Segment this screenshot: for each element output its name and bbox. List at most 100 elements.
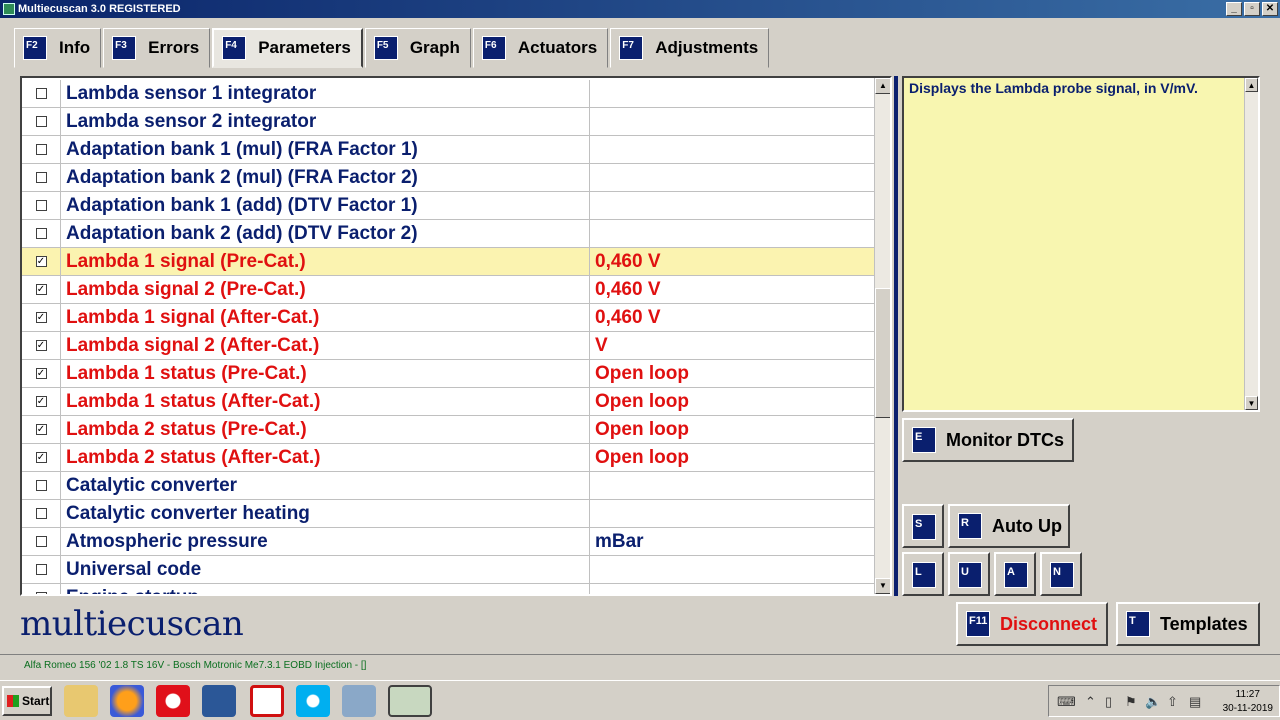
- battery-icon[interactable]: ▯: [1105, 694, 1112, 710]
- disconnect-button[interactable]: F11 Disconnect: [956, 602, 1108, 646]
- skype-icon[interactable]: [296, 685, 330, 717]
- disconnect-label: Disconnect: [1000, 613, 1098, 634]
- table-row[interactable]: ✓ Lambda 2 status (After-Cat.) Open loop: [22, 444, 876, 472]
- checkbox-cell: [22, 80, 60, 107]
- templates-button[interactable]: T Templates: [1116, 602, 1260, 646]
- scroll-down-arrow[interactable]: ▼: [875, 578, 890, 594]
- network-icon[interactable]: ▤: [1189, 694, 1201, 710]
- table-row[interactable]: Catalytic converter: [22, 472, 876, 500]
- description-panel: Displays the Lambda probe signal, in V/m…: [902, 76, 1260, 412]
- parameter-checkbox[interactable]: [35, 88, 47, 99]
- description-scrollbar[interactable]: ▲ ▼: [1244, 78, 1258, 410]
- opera-icon[interactable]: [156, 685, 190, 717]
- parameter-checkbox[interactable]: [35, 536, 47, 547]
- parameter-checkbox[interactable]: ✓: [35, 340, 47, 351]
- table-row[interactable]: ✓ Lambda 1 status (After-Cat.) Open loop: [22, 388, 876, 416]
- parameter-checkbox[interactable]: ✓: [35, 256, 47, 267]
- n-button[interactable]: N: [1040, 552, 1082, 596]
- l-key: L: [912, 562, 936, 588]
- parameter-value: 0,460 V: [595, 307, 661, 328]
- multiecuscan-taskbar-icon[interactable]: [388, 685, 432, 717]
- parameter-checkbox[interactable]: [35, 508, 47, 519]
- parameter-checkbox[interactable]: ✓: [35, 368, 47, 379]
- file-explorer-icon[interactable]: [64, 685, 98, 717]
- tab-graph[interactable]: F5 Graph: [364, 28, 471, 68]
- keyboard-icon[interactable]: ⌨: [1057, 694, 1076, 710]
- clock[interactable]: 11:27 30-11-2019: [1223, 688, 1273, 716]
- table-row[interactable]: ✓ Lambda 1 status (Pre-Cat.) Open loop: [22, 360, 876, 388]
- u-button[interactable]: U: [948, 552, 990, 596]
- table-row[interactable]: Universal code: [22, 556, 876, 584]
- checkbox-cell: [22, 500, 60, 527]
- table-row[interactable]: Adaptation bank 1 (mul) (FRA Factor 1): [22, 136, 876, 164]
- table-row[interactable]: ✓ Lambda 1 signal (After-Cat.) 0,460 V: [22, 304, 876, 332]
- pdf-icon[interactable]: [250, 685, 284, 717]
- table-row[interactable]: Lambda sensor 1 integrator: [22, 80, 876, 108]
- table-row[interactable]: Engine startup: [22, 584, 876, 594]
- parameter-checkbox[interactable]: ✓: [35, 452, 47, 463]
- a-button[interactable]: A: [994, 552, 1036, 596]
- parameter-name: Lambda sensor 2 integrator: [60, 108, 590, 135]
- parameter-checkbox[interactable]: [35, 228, 47, 239]
- parameter-value: [590, 500, 876, 527]
- tab-key-badge: F7: [619, 36, 644, 60]
- parameter-checkbox[interactable]: [35, 172, 47, 183]
- tab-info[interactable]: F2 Info: [14, 28, 102, 68]
- checkbox-cell: [22, 136, 60, 163]
- parameter-checkbox[interactable]: [35, 116, 47, 127]
- parameter-checkbox[interactable]: [35, 592, 47, 594]
- parameter-checkbox[interactable]: ✓: [35, 284, 47, 295]
- desc-scroll-up-arrow[interactable]: ▲: [1245, 78, 1258, 92]
- show-hidden-icons-icon[interactable]: ⌃: [1085, 694, 1096, 710]
- table-row[interactable]: Adaptation bank 2 (add) (DTV Factor 2): [22, 220, 876, 248]
- parameter-checkbox[interactable]: [35, 200, 47, 211]
- minimize-button[interactable]: _: [1226, 2, 1242, 16]
- auto-up-button[interactable]: R Auto Up: [948, 504, 1070, 548]
- start-button[interactable]: Start: [2, 686, 52, 716]
- panel-divider[interactable]: [894, 76, 898, 596]
- table-row[interactable]: ✓ Lambda 1 signal (Pre-Cat.) 0,460 V: [22, 248, 876, 276]
- tab-errors[interactable]: F3 Errors: [103, 28, 211, 68]
- parameter-checkbox[interactable]: ✓: [35, 312, 47, 323]
- title-bar: Multiecuscan 3.0 REGISTERED _ ▫ ✕: [0, 0, 1280, 18]
- table-row[interactable]: Catalytic converter heating: [22, 500, 876, 528]
- close-button[interactable]: ✕: [1262, 2, 1278, 16]
- firefox-icon[interactable]: [110, 685, 144, 717]
- grid-scrollbar[interactable]: ▲ ▼: [874, 78, 890, 594]
- scroll-thumb[interactable]: [875, 288, 890, 418]
- parameter-checkbox[interactable]: [35, 144, 47, 155]
- table-row[interactable]: Lambda sensor 2 integrator: [22, 108, 876, 136]
- word-icon[interactable]: [202, 685, 236, 717]
- flag-icon[interactable]: ⚑: [1125, 694, 1137, 710]
- parameter-checkbox[interactable]: ✓: [35, 396, 47, 407]
- parameter-checkbox[interactable]: [35, 480, 47, 491]
- upload-icon[interactable]: ⇧: [1167, 694, 1178, 710]
- maximize-button[interactable]: ▫: [1244, 2, 1260, 16]
- table-row[interactable]: Adaptation bank 2 (mul) (FRA Factor 2): [22, 164, 876, 192]
- parameter-name: Lambda signal 2 (After-Cat.): [60, 332, 590, 359]
- table-row[interactable]: ✓ Lambda signal 2 (Pre-Cat.) 0,460 V: [22, 276, 876, 304]
- table-row[interactable]: ✓ Lambda 2 status (Pre-Cat.) Open loop: [22, 416, 876, 444]
- disconnect-key: F11: [966, 611, 990, 637]
- parameter-checkbox[interactable]: [35, 564, 47, 575]
- parameter-checkbox[interactable]: ✓: [35, 424, 47, 435]
- tab-key-badge: F3: [112, 36, 137, 60]
- parameter-value: V: [595, 335, 608, 356]
- tab-parameters[interactable]: F4 Parameters: [212, 28, 363, 68]
- scroll-up-arrow[interactable]: ▲: [875, 78, 890, 94]
- table-row[interactable]: ✓ Lambda signal 2 (After-Cat.) V: [22, 332, 876, 360]
- desc-scroll-down-arrow[interactable]: ▼: [1245, 396, 1258, 410]
- volume-icon[interactable]: 🔈: [1145, 694, 1161, 710]
- tab-adjustments[interactable]: F7 Adjustments: [610, 28, 770, 68]
- table-row[interactable]: Adaptation bank 1 (add) (DTV Factor 1): [22, 192, 876, 220]
- s-key: S: [912, 514, 936, 540]
- tab-key-badge: F4: [222, 36, 247, 60]
- parameter-value: [590, 108, 876, 135]
- tab-actuators[interactable]: F6 Actuators: [472, 28, 609, 68]
- l-button[interactable]: L: [902, 552, 944, 596]
- s-button[interactable]: S: [902, 504, 944, 548]
- table-row[interactable]: Atmospheric pressure mBar: [22, 528, 876, 556]
- monitor-dtcs-button[interactable]: E Monitor DTCs: [902, 418, 1074, 462]
- control-panel-icon[interactable]: [342, 685, 376, 717]
- parameters-grid: Engine startupUniversal codeAtmospheric …: [20, 76, 892, 596]
